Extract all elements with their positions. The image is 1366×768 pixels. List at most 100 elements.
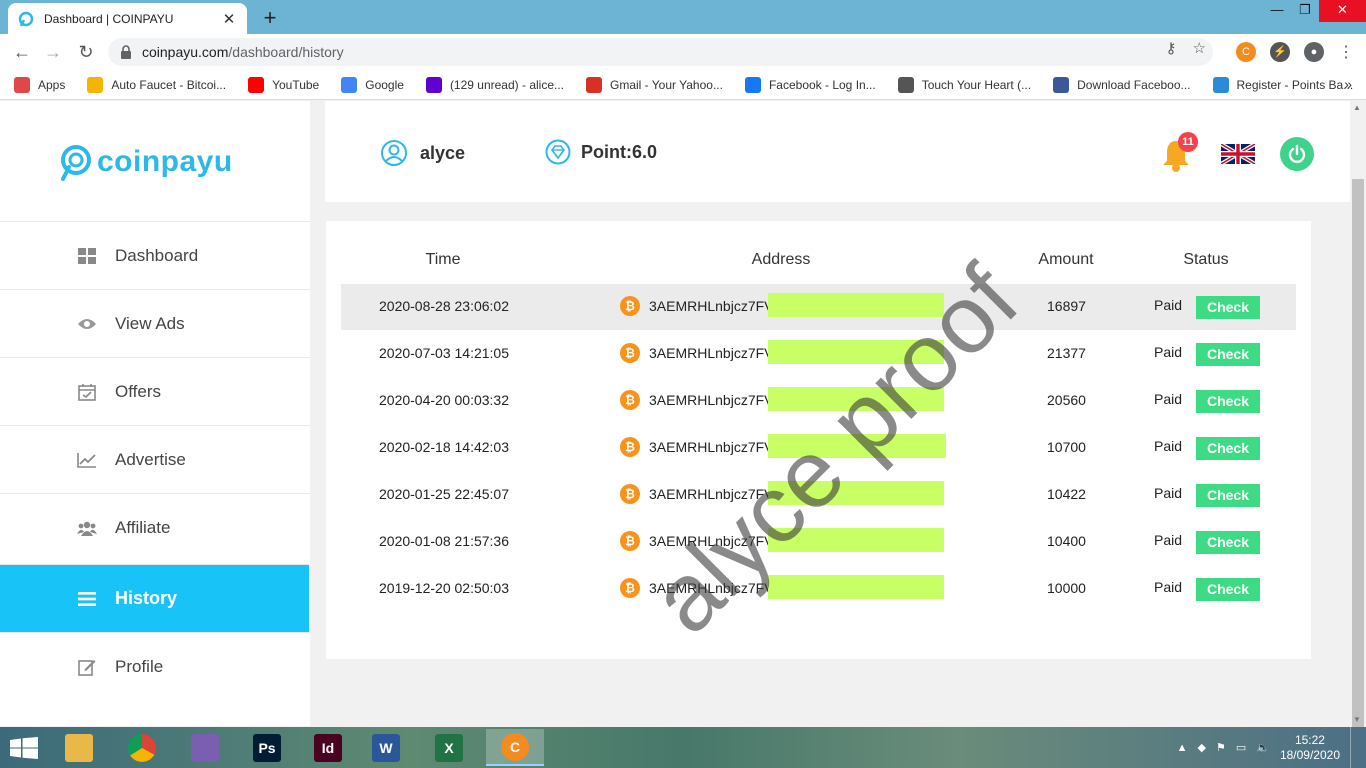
sidebar-item-affiliate[interactable]: Affiliate: [0, 493, 310, 561]
bookmarks-overflow-icon[interactable]: »: [1344, 76, 1352, 92]
tray-chevron-icon[interactable]: ▲: [1177, 742, 1188, 754]
address-redaction: [768, 340, 944, 364]
bookmark-item[interactable]: (129 unread) - alice...: [425, 76, 564, 93]
system-clock[interactable]: 15:22 18/09/2020: [1280, 733, 1340, 763]
points-display: Point:6.0: [545, 139, 657, 165]
bookmark-label: Google: [365, 77, 404, 92]
bookmark-label: Download Faceboo...: [1077, 77, 1191, 92]
bookmark-label: Apps: [38, 77, 66, 92]
row-address: 3AEMRHLnbjcz7FV: [649, 486, 774, 502]
flag-tray-icon[interactable]: ⚑: [1216, 741, 1226, 754]
reload-icon[interactable]: ↻: [75, 41, 97, 63]
uk-flag-icon[interactable]: [1221, 144, 1255, 164]
check-button[interactable]: Check: [1196, 343, 1260, 366]
bookmark-item[interactable]: Touch Your Heart (...: [897, 76, 1031, 93]
bitcoin-icon: ₿: [620, 296, 640, 316]
diamond-icon: [545, 139, 571, 165]
page-scrollbar[interactable]: ▲ ▼: [1350, 101, 1366, 739]
bookmarks-bar: Apps Auto Faucet - Bitcoi... YouTube Google…: [0, 70, 1366, 100]
row-status: Paid: [1154, 532, 1183, 548]
dropbox-icon[interactable]: ◆: [1197, 741, 1205, 754]
check-button[interactable]: Check: [1196, 296, 1260, 319]
taskbar-app-excel[interactable]: X: [420, 729, 478, 766]
logout-power-button[interactable]: [1280, 137, 1314, 171]
coinpayu-extension-icon[interactable]: C: [1236, 42, 1256, 62]
row-status: Paid: [1154, 297, 1183, 313]
bookmark-item[interactable]: Google: [341, 76, 404, 93]
tab-close-icon[interactable]: ✕: [221, 10, 237, 28]
show-desktop-strip[interactable]: [1350, 727, 1354, 768]
row-status: Paid: [1154, 391, 1183, 407]
taskbar-app-coinpayu[interactable]: C: [486, 729, 544, 766]
bitcoin-icon: ₿: [620, 484, 640, 504]
check-button[interactable]: Check: [1196, 531, 1260, 554]
table-header: Time Address Amount Status: [341, 251, 1296, 275]
line-chart-icon: [77, 450, 97, 470]
bookmark-item[interactable]: Auto Faucet - Bitcoi...: [87, 76, 226, 93]
sidebar-item-label: Dashboard: [115, 245, 199, 265]
taskbar-app-chrome[interactable]: [113, 729, 171, 766]
coinpayu-logo[interactable]: coinpayu: [55, 143, 233, 181]
row-address: 3AEMRHLnbjcz7FV: [649, 298, 774, 314]
bookmark-item[interactable]: Apps: [14, 76, 66, 93]
menu-kebab-icon[interactable]: ⋮: [1338, 42, 1354, 62]
sidebar-item-view-ads[interactable]: View Ads: [0, 289, 310, 357]
clock-date: 18/09/2020: [1279, 747, 1340, 762]
key-icon[interactable]: ⚷: [1166, 39, 1177, 57]
taskbar-app-file-explorer[interactable]: [50, 729, 108, 766]
check-button[interactable]: Check: [1196, 484, 1260, 507]
edit-icon: [77, 657, 97, 677]
bolt-extension-icon[interactable]: ⚡: [1270, 42, 1290, 62]
taskbar-app-indesign[interactable]: Id: [299, 729, 357, 766]
check-button[interactable]: Check: [1196, 437, 1260, 460]
username: alyce: [420, 142, 466, 163]
bookmark-item[interactable]: YouTube: [248, 76, 319, 93]
row-time: 2020-01-08 21:57:36: [379, 533, 509, 549]
taskbar-app-word[interactable]: W: [357, 729, 415, 766]
bookmark-item[interactable]: Register - Points Ba...: [1212, 76, 1353, 93]
restore-button[interactable]: ❐: [1291, 0, 1319, 22]
taskbar-app-photos[interactable]: [176, 729, 234, 766]
extensions-bar: C ⚡ ● ⋮: [1236, 42, 1354, 62]
sidebar-item-advertise[interactable]: Advertise: [0, 425, 310, 493]
sidebar-item-history[interactable]: History: [0, 564, 309, 632]
bookmark-item[interactable]: Gmail - Your Yahoo...: [586, 76, 723, 93]
col-address: Address: [751, 251, 811, 268]
check-button[interactable]: Check: [1196, 390, 1260, 413]
sidebar-item-profile[interactable]: Profile: [0, 632, 310, 700]
file-explorer-icon: [65, 733, 93, 762]
browser-tab[interactable]: Dashboard | COINPAYU ✕: [8, 3, 247, 34]
row-address: 3AEMRHLnbjcz7FV: [649, 392, 774, 408]
window-controls: — ❐ ✕: [1263, 0, 1366, 22]
windows-start-icon[interactable]: [10, 737, 38, 759]
sidebar-item-dashboard[interactable]: Dashboard: [0, 221, 310, 289]
row-time: 2020-04-20 00:03:32: [379, 392, 509, 408]
check-button[interactable]: Check: [1196, 578, 1260, 601]
windows-taskbar: Ps Id W X C ▲ ◆ ⚑ ▭ 🔈 15:22 18/09/2020: [0, 727, 1366, 768]
bookmark-label: (129 unread) - alice...: [449, 77, 564, 92]
back-arrow-icon[interactable]: ←: [11, 41, 33, 63]
sidebar-item-offers[interactable]: Offers: [0, 357, 310, 425]
taskbar-app-photoshop[interactable]: Ps: [238, 729, 296, 766]
scrollbar-thumb[interactable]: [1352, 179, 1364, 739]
row-time: 2020-08-28 23:06:02: [379, 298, 509, 314]
bookmark-item[interactable]: Download Faceboo...: [1053, 76, 1191, 93]
scroll-up-icon[interactable]: ▲: [1353, 103, 1361, 112]
row-amount: 10400: [1047, 533, 1086, 549]
address-redaction: [768, 575, 944, 599]
user-info[interactable]: alyce: [380, 139, 465, 167]
profile-avatar-icon[interactable]: ●: [1304, 42, 1324, 62]
close-window-button[interactable]: ✕: [1319, 0, 1366, 22]
photos-icon: [191, 733, 219, 762]
new-tab-button[interactable]: +: [258, 5, 282, 31]
minimize-button[interactable]: —: [1263, 0, 1291, 22]
bookmark-item[interactable]: Facebook - Log In...: [744, 76, 876, 93]
scroll-down-icon[interactable]: ▼: [1353, 715, 1361, 724]
volume-icon[interactable]: 🔈: [1256, 741, 1270, 754]
bookmark-label: Facebook - Log In...: [768, 77, 876, 92]
network-icon[interactable]: ▭: [1236, 741, 1246, 754]
star-icon[interactable]: ☆: [1193, 39, 1206, 57]
row-amount: 10000: [1047, 580, 1086, 596]
forward-arrow-icon[interactable]: →: [42, 41, 64, 63]
address-bar[interactable]: coinpayu.com/dashboard/history: [108, 38, 1213, 66]
